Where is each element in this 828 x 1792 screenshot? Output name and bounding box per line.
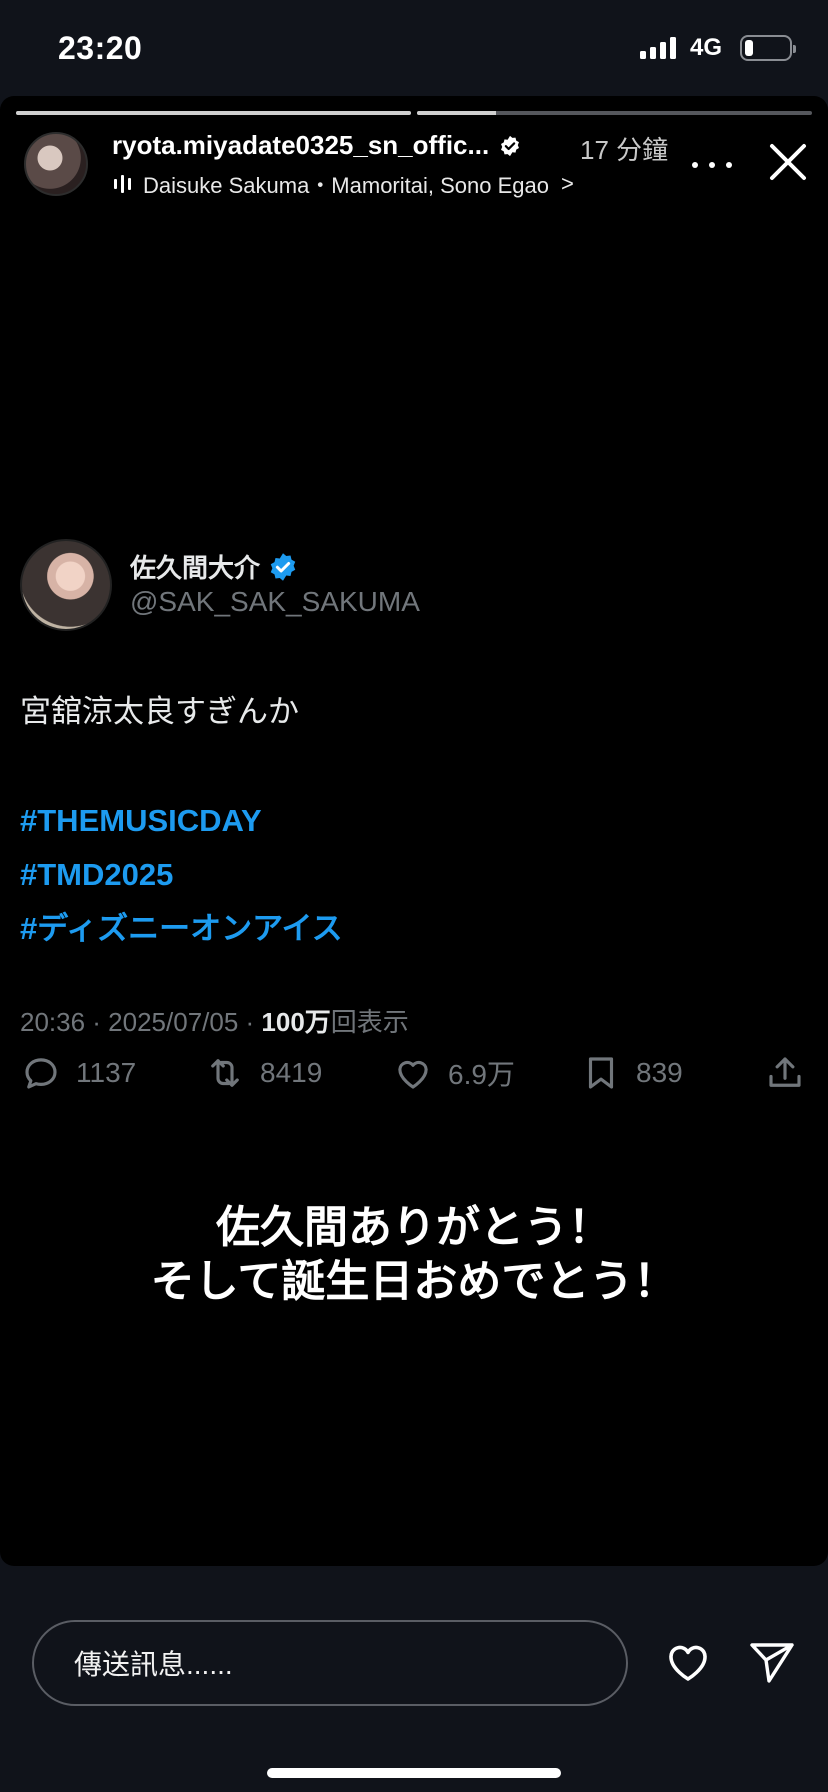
- share-icon: [769, 1057, 801, 1087]
- progress-segment-fill: [417, 111, 496, 115]
- story-username[interactable]: ryota.miyadate0325_sn_offic...: [112, 130, 521, 161]
- close-icon[interactable]: [764, 138, 812, 186]
- status-bar: 23:20 4G: [0, 0, 828, 96]
- tweet-display-name: 佐久間大介: [130, 548, 298, 585]
- music-title[interactable]: Daisuke Sakuma・Mamoritai, Sono Egao: [143, 168, 549, 200]
- tweet-views-count: 100万: [261, 1007, 331, 1037]
- tweet-avatar: [20, 539, 112, 631]
- profile-avatar[interactable]: [24, 132, 88, 196]
- hashtag: #THEMUSICDAY: [20, 803, 262, 838]
- message-input[interactable]: 傳送訊息......: [32, 1620, 628, 1706]
- tweet-hashtags: #THEMUSICDAY #TMD2025 #ディズニーオンアイス: [20, 794, 343, 956]
- reply-bar: 傳送訊息......: [0, 1566, 828, 1792]
- network-label: 4G: [689, 34, 722, 61]
- like-story-heart-icon[interactable]: [664, 1638, 712, 1686]
- more-options-icon[interactable]: [692, 150, 732, 180]
- story-time-ago: 17 分鐘: [580, 135, 669, 165]
- hashtag: #ディズニーオンアイス: [20, 911, 343, 946]
- verified-badge-icon: [499, 135, 521, 157]
- reply-icon: [25, 1058, 57, 1089]
- heart-icon: [398, 1060, 428, 1089]
- verified-badge-icon: [270, 552, 296, 581]
- retweet-stat: 8419: [204, 1052, 322, 1094]
- caption-line: 佐久間ありがとう！: [216, 1203, 612, 1252]
- bookmark-stat: 839: [580, 1052, 683, 1094]
- tweet-views-label: 回表示: [330, 1007, 409, 1037]
- story-caption: 佐久間ありがとう！ そして誕生日おめでとう！: [0, 1201, 828, 1309]
- tweet-text: 宮舘涼太良すぎんか: [20, 694, 299, 729]
- chevron-right-icon: >: [560, 171, 574, 196]
- battery-icon: [740, 35, 796, 61]
- story-username-text[interactable]: ryota.miyadate0325_sn_offic...: [112, 130, 489, 160]
- bookmark-icon: [588, 1057, 614, 1089]
- bookmark-count: 839: [636, 1057, 683, 1088]
- progress-segment-fill: [16, 111, 411, 115]
- share-stat: [764, 1052, 806, 1094]
- like-stat: 6.9万: [392, 1052, 515, 1094]
- story-header: ryota.miyadate0325_sn_offic... 17 分鐘 Dai…: [22, 130, 812, 202]
- retweet-icon: [211, 1059, 239, 1087]
- tweet-handle: @SAK_SAK_SAKUMA: [130, 586, 420, 617]
- hashtag: #TMD2025: [20, 857, 174, 892]
- signal-icon: [639, 37, 676, 59]
- send-icon[interactable]: [748, 1638, 796, 1686]
- music-attribution[interactable]: Daisuke Sakuma・Mamoritai, Sono Egao >: [114, 168, 574, 200]
- progress-segment: [417, 111, 812, 115]
- status-time: 23:20: [58, 30, 143, 66]
- like-count: 6.9万: [448, 1059, 515, 1090]
- caption-line: そして誕生日おめでとう！: [150, 1257, 678, 1306]
- status-indicators: 4G: [639, 34, 796, 62]
- story-progress: [16, 111, 812, 115]
- progress-segment: [16, 111, 411, 115]
- reply-stat: 1137: [20, 1052, 136, 1094]
- tweet-timestamp: 20:36 · 2025/07/05 ·: [20, 1007, 262, 1037]
- music-icon: [114, 175, 131, 193]
- retweet-count: 8419: [260, 1057, 323, 1088]
- tweet-actions: 1137 8419 6.9万 839: [20, 1052, 808, 1102]
- tweet-display-name-text: 佐久間大介: [130, 553, 261, 583]
- tweet-meta: 20:36 · 2025/07/05 · 100万回表示: [20, 1002, 409, 1039]
- story-viewer[interactable]: ryota.miyadate0325_sn_offic... 17 分鐘 Dai…: [0, 96, 828, 1566]
- reply-count: 1137: [76, 1057, 137, 1088]
- home-indicator: [267, 1768, 561, 1778]
